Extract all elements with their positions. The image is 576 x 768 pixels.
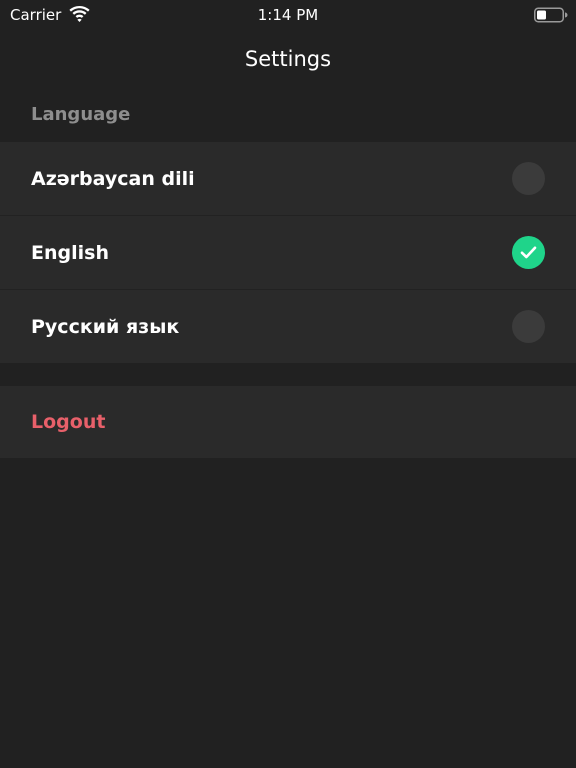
checkmark-icon [520, 246, 537, 259]
language-option-label: English [31, 242, 109, 264]
logout-button[interactable]: Logout [0, 386, 576, 458]
battery-icon [534, 7, 568, 23]
status-time: 1:14 PM [257, 6, 319, 24]
radio-unselected-icon[interactable] [512, 162, 545, 195]
language-section-header: Language [31, 104, 131, 125]
language-option-azerbaijani[interactable]: Azərbaycan dili [0, 142, 576, 216]
status-bar: Carrier 1:14 PM [0, 0, 576, 30]
logout-label: Logout [31, 411, 106, 433]
language-option-english[interactable]: English [0, 216, 576, 290]
language-list: Azərbaycan dili English Русский язык [0, 142, 576, 363]
radio-unselected-icon[interactable] [512, 310, 545, 343]
language-option-label: Русский язык [31, 316, 180, 338]
radio-selected-icon[interactable] [512, 236, 545, 269]
page-title: Settings [244, 47, 332, 71]
language-option-label: Azərbaycan dili [31, 168, 195, 190]
settings-screen: Carrier 1:14 PM Settings Language Azərba… [0, 0, 576, 768]
language-option-russian[interactable]: Русский язык [0, 290, 576, 363]
